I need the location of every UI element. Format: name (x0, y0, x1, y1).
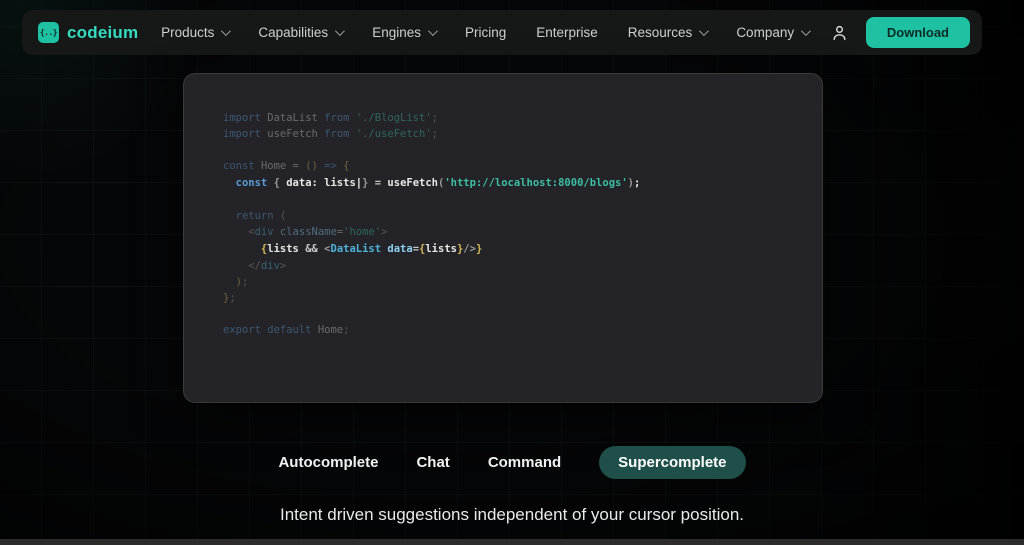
code-line: import DataList from './BlogList'; (223, 112, 438, 124)
nav-item-label: Capabilities (258, 25, 329, 40)
nav-item-pricing[interactable]: Pricing (465, 25, 506, 40)
code-editor: import DataList from './BlogList'; import… (184, 74, 822, 338)
code-line: ); (223, 276, 249, 288)
chevron-down-icon (427, 26, 438, 37)
code-line: }; (223, 292, 236, 304)
nav-item-resources[interactable]: Resources (627, 25, 710, 40)
navbar: {..} codeium Products Capabilities Engines… (22, 10, 982, 55)
nav-item-label: Resources (627, 25, 693, 40)
chevron-down-icon (221, 26, 232, 37)
download-button[interactable]: Download (865, 17, 970, 48)
nav-item-company[interactable]: Company (736, 25, 811, 40)
user-icon (833, 25, 846, 40)
brand-name: codeium (67, 22, 139, 42)
nav-item-label: Engines (372, 25, 421, 40)
nav-right: Download (831, 17, 970, 48)
code-line: const { data: lists|} = useFetch('http:/… (223, 177, 641, 189)
tab-chat[interactable]: Chat (416, 446, 449, 479)
code-line: export default Home; (223, 324, 350, 336)
code-panel: import DataList from './BlogList'; import… (183, 73, 823, 403)
nav-item-products[interactable]: Products (161, 25, 232, 40)
chevron-down-icon (335, 26, 346, 37)
chevron-down-icon (699, 26, 710, 37)
code-line: const Home = () => { (223, 160, 350, 172)
feature-caption: Intent driven suggestions independent of… (279, 505, 744, 524)
feature-tabs: Autocomplete Chat Command Supercomplete (0, 446, 1024, 479)
user-account-button[interactable] (831, 23, 848, 43)
tab-command[interactable]: Command (488, 446, 561, 479)
codeium-logo[interactable]: {..} codeium (38, 22, 138, 43)
nav-item-capabilities[interactable]: Capabilities (258, 25, 346, 40)
tab-supercomplete[interactable]: Supercomplete (599, 446, 746, 479)
nav-item-engines[interactable]: Engines (372, 25, 438, 40)
nav-item-label: Products (161, 25, 215, 40)
nav-item-label: Pricing (464, 25, 507, 40)
chevron-down-icon (801, 26, 811, 37)
nav-item-label: Enterprise (536, 25, 598, 40)
tab-autocomplete[interactable]: Autocomplete (278, 446, 378, 479)
codeium-logo-icon: {..} (38, 22, 59, 43)
code-line: import useFetch from './useFetch'; (223, 128, 438, 140)
code-line: return ( (223, 210, 287, 222)
bottom-strip (0, 539, 1024, 545)
code-line: {lists && <DataList data={lists}/>} (223, 243, 483, 255)
nav-item-label: Company (736, 25, 795, 40)
nav-item-enterprise[interactable]: Enterprise (536, 25, 598, 40)
code-line: </div> (223, 260, 287, 272)
code-line: <div className='home'> (223, 226, 388, 238)
nav-menu: Products Capabilities Engines Pricing Enterp… (161, 25, 811, 40)
